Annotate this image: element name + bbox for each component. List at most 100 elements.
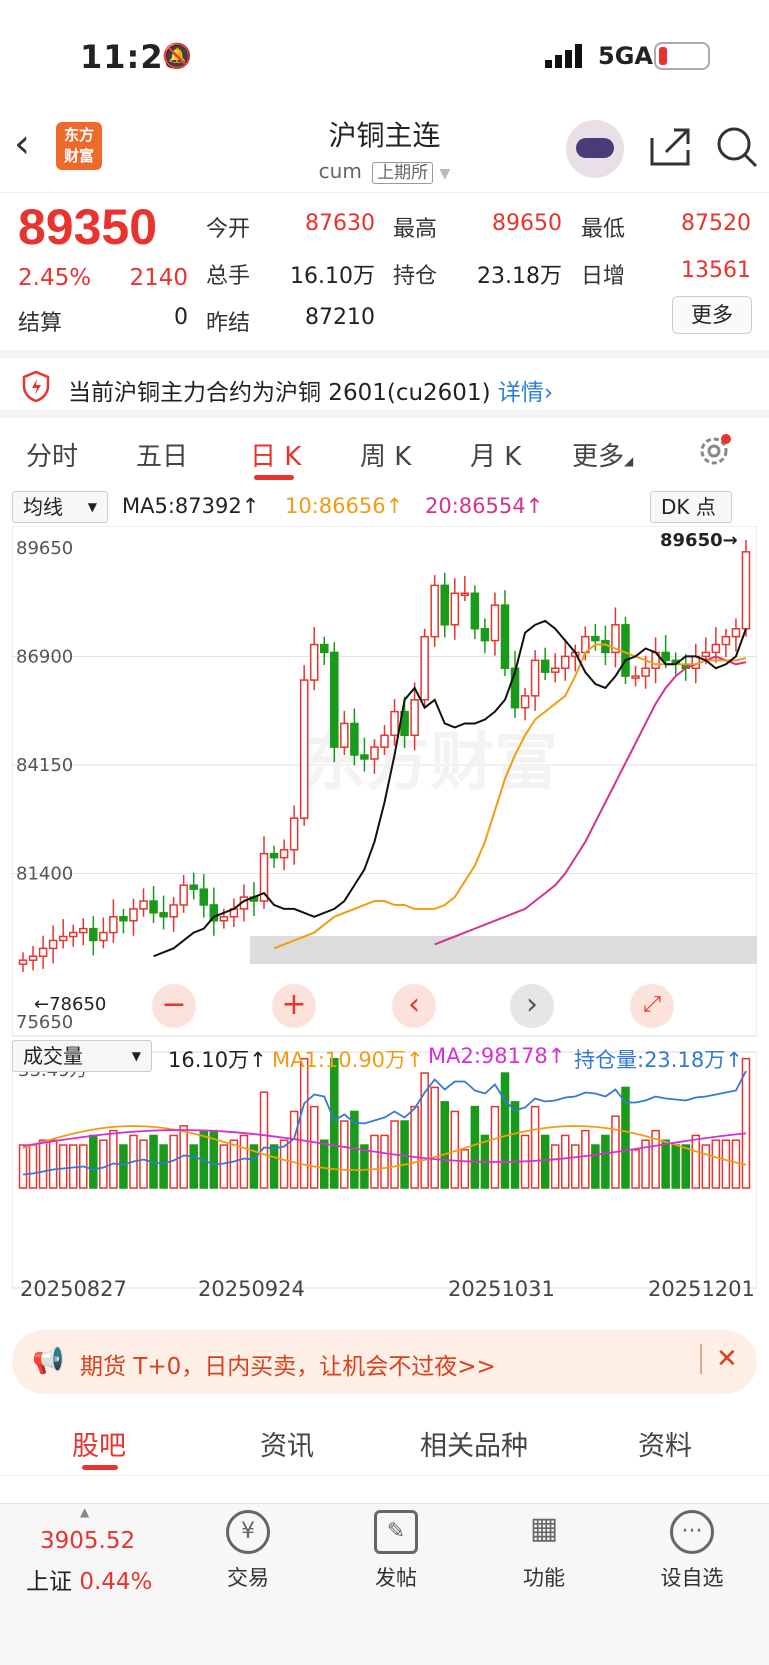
- assistant-avatar-icon[interactable]: [566, 120, 624, 178]
- candle-body: [560, 655, 570, 669]
- volume-bar: [571, 1144, 580, 1189]
- volume-bar: [460, 1149, 470, 1189]
- volume-bar: [490, 1105, 500, 1189]
- share-icon[interactable]: [648, 124, 692, 172]
- candle-body: [490, 604, 500, 642]
- pan-right-button[interactable]: ›: [510, 984, 554, 1028]
- index-value[interactable]: 3905.52: [40, 1528, 135, 1554]
- candle-body: [641, 667, 650, 677]
- bottom-tab-indicator: [82, 1465, 118, 1470]
- nav-watchlist[interactable]: ··· 设自选: [642, 1510, 742, 1592]
- candle-body: [661, 651, 670, 662]
- volume-bar: [119, 1144, 128, 1189]
- tab-news[interactable]: 资讯: [260, 1424, 314, 1463]
- low-marker: ←78650: [34, 994, 106, 1015]
- volume-bar: [581, 1129, 590, 1189]
- more-button[interactable]: 更多: [672, 296, 752, 334]
- candle-body: [440, 584, 450, 626]
- date-label-4: 20251201: [648, 1277, 755, 1301]
- low-label: 最低: [581, 217, 626, 242]
- volume-bar: [691, 1134, 701, 1189]
- high-label: 最高: [393, 217, 438, 242]
- high-value: 89650: [492, 211, 562, 236]
- candle-body: [430, 584, 439, 638]
- indicator-select[interactable]: 均线 ▼: [12, 491, 108, 523]
- tab-weekly-k[interactable]: 周 K: [360, 436, 411, 473]
- last-price: 89350: [18, 199, 158, 255]
- volume-legend-value: 16.10万↑: [168, 1048, 267, 1072]
- candle-body: [731, 628, 741, 638]
- tab-profile[interactable]: 资料: [638, 1424, 692, 1463]
- volume-bar: [440, 1101, 450, 1189]
- promo-banner[interactable]: 📢 期货 T+0，日内买卖，让机会不过夜>> ✕: [12, 1330, 757, 1394]
- candle-body: [179, 884, 188, 906]
- tab-related[interactable]: 相关品种: [420, 1424, 528, 1463]
- bell-muted-icon: 🔕: [162, 42, 192, 70]
- dropdown-icon[interactable]: ▼: [440, 166, 451, 182]
- settings-gear-icon[interactable]: [696, 433, 732, 473]
- candle-body: [631, 675, 640, 679]
- tab-forum[interactable]: 股吧: [72, 1424, 126, 1463]
- open-interest-legend: 持仓量:23.18万↑: [574, 1048, 743, 1072]
- candle-body: [58, 935, 68, 942]
- kline-chart[interactable]: 东方财富 89650869008415081400 89650→ 75650 ←…: [12, 526, 757, 1296]
- settle-value: 0: [174, 305, 188, 330]
- search-icon[interactable]: [714, 124, 760, 174]
- volume-bar: [319, 1139, 329, 1189]
- volume-bar: [591, 1144, 600, 1189]
- notice-detail-link[interactable]: 详情: [498, 380, 544, 406]
- volume-bar: [139, 1139, 148, 1189]
- zoom-out-button[interactable]: −: [152, 984, 196, 1028]
- candle-body: [109, 916, 118, 934]
- index-pct: 0.44%: [79, 1569, 153, 1595]
- price-label: 86900: [16, 647, 73, 668]
- close-icon[interactable]: ✕: [700, 1344, 738, 1374]
- volume-bar: [28, 1144, 38, 1189]
- nav-trade[interactable]: ¥ 交易: [198, 1510, 298, 1592]
- ma5-value: MA5:87392↑: [122, 494, 260, 518]
- volume-bar: [380, 1134, 389, 1189]
- tab-more[interactable]: 更多◢: [572, 436, 633, 473]
- tab-daily-k[interactable]: 日 K: [250, 436, 301, 473]
- volume-bar: [370, 1134, 379, 1189]
- zoom-in-button[interactable]: +: [272, 984, 316, 1028]
- notice-text: 当前沪铜主力合约为沪铜 2601(cu2601) 详情›: [68, 380, 554, 406]
- candle-body: [119, 916, 128, 922]
- index-ticker[interactable]: 上证 0.44%: [26, 1562, 152, 1596]
- candle-body: [48, 939, 58, 950]
- candle-body: [360, 754, 369, 760]
- candle-body: [199, 888, 209, 906]
- volume-bar: [189, 1144, 198, 1189]
- ma10-value: 10:86656↑: [285, 494, 404, 518]
- candle-body: [28, 955, 38, 961]
- candle-body: [79, 927, 88, 934]
- candle-body: [741, 551, 751, 630]
- pan-left-button[interactable]: ‹: [392, 984, 436, 1028]
- tab-monthly-k[interactable]: 月 K: [470, 436, 521, 473]
- grid-icon: ▦: [529, 1511, 559, 1546]
- ma20-value: 20:86554↑: [425, 494, 544, 518]
- volume-bar: [309, 1105, 319, 1189]
- candle-body: [219, 916, 229, 922]
- candle-body: [721, 635, 731, 646]
- volume-bar: [631, 1149, 640, 1189]
- signal-icon: [545, 44, 585, 68]
- candle-body: [139, 900, 148, 910]
- tab-intraday[interactable]: 分时: [26, 436, 78, 473]
- daily-inc-label: 日增: [581, 264, 626, 289]
- fullscreen-icon[interactable]: ⤢: [630, 984, 674, 1028]
- date-label-1: 20250827: [20, 1277, 127, 1301]
- tab-five-day[interactable]: 五日: [136, 436, 188, 473]
- candle-body: [149, 900, 158, 914]
- volume-bar: [601, 1134, 610, 1189]
- flash-shield-icon: [22, 370, 50, 406]
- dk-point-button[interactable]: DK 点◢: [650, 491, 732, 547]
- volume-indicator-select[interactable]: 成交量 ▼: [12, 1040, 152, 1072]
- nav-post[interactable]: ✎ 发帖: [346, 1510, 446, 1592]
- nav-functions[interactable]: ▦ 功能: [494, 1510, 594, 1592]
- candle-body: [420, 635, 429, 701]
- candle-body: [279, 848, 289, 859]
- price-label: 84150: [16, 755, 73, 776]
- candle-body: [460, 592, 470, 597]
- tab-active-indicator: [254, 475, 294, 480]
